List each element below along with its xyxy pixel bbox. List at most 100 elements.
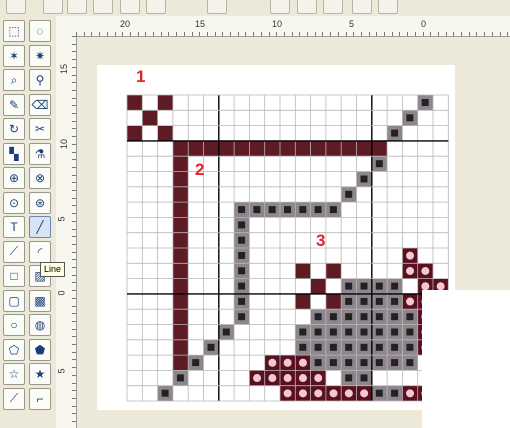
clone-2-tool-icon[interactable]: ⊛ <box>29 191 51 214</box>
magic-wand-tool-icon[interactable]: ✶ <box>3 44 25 67</box>
v-ruler-label: 10 <box>59 138 70 150</box>
cut-icon[interactable] <box>270 0 290 14</box>
annotation-2: 2 <box>195 160 205 179</box>
filled-polygon-tool-icon[interactable]: ⬟ <box>29 338 51 361</box>
stitch-grid[interactable] <box>97 65 455 410</box>
paste-icon[interactable] <box>323 0 343 14</box>
stitch-cell-2 <box>280 140 296 157</box>
stitch-cell-2 <box>172 171 189 187</box>
v-ruler-label: 5 <box>56 216 67 222</box>
stitch-cell-2 <box>172 217 189 233</box>
rotate-tool-icon[interactable]: ↻ <box>3 118 25 140</box>
stitch-cell-2 <box>172 186 189 203</box>
stitch-cell-2 <box>264 140 280 157</box>
filled-rounded-rect-tool-icon[interactable]: ▩ <box>29 289 51 312</box>
stitch-cell-2 <box>172 232 189 248</box>
stitch-cell-1 <box>127 125 143 141</box>
stitch-cell-2 <box>356 140 372 157</box>
text-tool-icon[interactable]: T <box>3 216 25 238</box>
bucket-tool-icon[interactable]: ▚ <box>3 142 25 165</box>
save-icon[interactable] <box>120 0 140 14</box>
select-icon[interactable] <box>352 0 372 14</box>
stitch-cell-2 <box>234 140 250 157</box>
h-ruler-label: 15 <box>195 19 206 29</box>
stitch-cell-1 <box>142 110 158 126</box>
stitch-cell-1 <box>127 95 143 111</box>
stitch-cell-2 <box>218 140 235 157</box>
erase-icon[interactable] <box>378 0 398 14</box>
steps-tool-icon[interactable]: ⌐ <box>29 387 51 410</box>
select-rect-tool-icon[interactable]: ⬚ <box>3 20 25 42</box>
scissors-tool-icon[interactable]: ✂ <box>29 118 51 140</box>
stitch-cell-2 <box>341 140 357 157</box>
polygon-tool-icon[interactable]: ⬠ <box>3 338 25 361</box>
v-ruler-label: 15 <box>59 63 70 75</box>
stamp-tool-icon[interactable]: ⊕ <box>3 167 25 189</box>
top-toolbar <box>0 0 510 17</box>
stitch-cell-2 <box>295 140 311 157</box>
annotation-1: 1 <box>136 67 146 86</box>
star-tool-icon[interactable]: ☆ <box>3 363 25 385</box>
stitch-cell-3 <box>325 293 342 310</box>
stitch-cell-2 <box>172 324 189 340</box>
select-lasso-tool-icon[interactable]: ◌ <box>29 20 51 42</box>
paste-special-icon[interactable] <box>207 0 227 14</box>
stitch-cell-1 <box>157 95 173 111</box>
tool-palette: ⬚◌✶✷⌕⚲✎⌫↻✂▚⚗⊕⊗⊙⊛T╱⟋◜□▨▢▩○◍⬠⬟☆★⟋⌐ <box>0 16 57 428</box>
dropper-tool-icon[interactable]: ⚗ <box>29 142 51 165</box>
stitch-cell-2 <box>172 263 189 279</box>
stitch-cell-2 <box>203 140 219 157</box>
annotation-3: 3 <box>316 231 326 250</box>
print-icon[interactable] <box>146 0 166 14</box>
zigzag-icon[interactable] <box>6 0 26 14</box>
magic-wand-2-tool-icon[interactable]: ✷ <box>29 44 51 67</box>
stitch-cell-2 <box>172 278 189 294</box>
new-page-icon[interactable] <box>43 0 63 14</box>
v-ruler-label: 0 <box>56 290 67 296</box>
zoom-pattern-tool-icon[interactable]: ⌕ <box>3 69 25 91</box>
stitch-cell-2 <box>310 140 326 157</box>
stitch-cell-2 <box>172 156 189 172</box>
color-picker-tool-icon[interactable]: ⟋ <box>3 240 25 263</box>
stitch-cell-2 <box>172 202 189 218</box>
filled-ellipse-tool-icon[interactable]: ◍ <box>29 314 51 336</box>
stamp-2-tool-icon[interactable]: ⊗ <box>29 167 51 189</box>
pattern-paper[interactable] <box>97 65 455 410</box>
pencil-tool-icon[interactable]: ✎ <box>3 93 25 116</box>
arc-tool-icon[interactable]: ◜ <box>29 240 51 263</box>
stitch-cell-2 <box>325 140 342 157</box>
rounded-rect-tool-icon[interactable]: ▢ <box>3 289 25 312</box>
stitch-cell-3 <box>295 263 311 279</box>
diagonal-tool-icon[interactable]: ⟋ <box>3 387 25 410</box>
ellipse-tool-icon[interactable]: ○ <box>3 314 25 336</box>
stitch-cell-2 <box>172 248 189 264</box>
paper-overflow <box>422 290 510 428</box>
h-ruler-label: 20 <box>120 19 131 29</box>
open-folder-icon[interactable] <box>93 0 113 14</box>
h-ruler-label: 5 <box>349 19 355 29</box>
stitch-cell-2 <box>371 140 388 157</box>
stitch-cell-2 <box>172 355 189 371</box>
stitch-cell-1 <box>157 125 173 141</box>
copy-icon[interactable] <box>297 0 317 14</box>
ruler-corner <box>56 16 77 37</box>
open-icon[interactable] <box>67 0 87 14</box>
vertical-ruler: 15 10 5 0 5 <box>56 36 77 428</box>
stitch-cell-3 <box>325 263 342 279</box>
h-ruler-label: 10 <box>272 19 283 29</box>
filled-star-tool-icon[interactable]: ★ <box>29 363 51 385</box>
stitch-cell-2 <box>172 309 189 325</box>
h-ruler-label: 0 <box>421 19 427 29</box>
tooltip: Line <box>40 262 66 277</box>
line-tool-icon[interactable]: ╱ <box>29 216 51 238</box>
rectangle-tool-icon[interactable]: □ <box>3 265 25 287</box>
stitch-cell-2 <box>249 140 265 157</box>
zoom-tool-icon[interactable]: ⚲ <box>29 69 51 91</box>
clone-tool-icon[interactable]: ⊙ <box>3 191 25 214</box>
eraser-tool-icon[interactable]: ⌫ <box>29 93 51 116</box>
stitch-cell-3 <box>295 293 311 310</box>
v-ruler-label: 5 <box>56 368 67 374</box>
stitch-cell-2 <box>172 140 189 157</box>
stitch-cell-2 <box>172 293 189 310</box>
stitch-cell-3 <box>310 278 326 294</box>
